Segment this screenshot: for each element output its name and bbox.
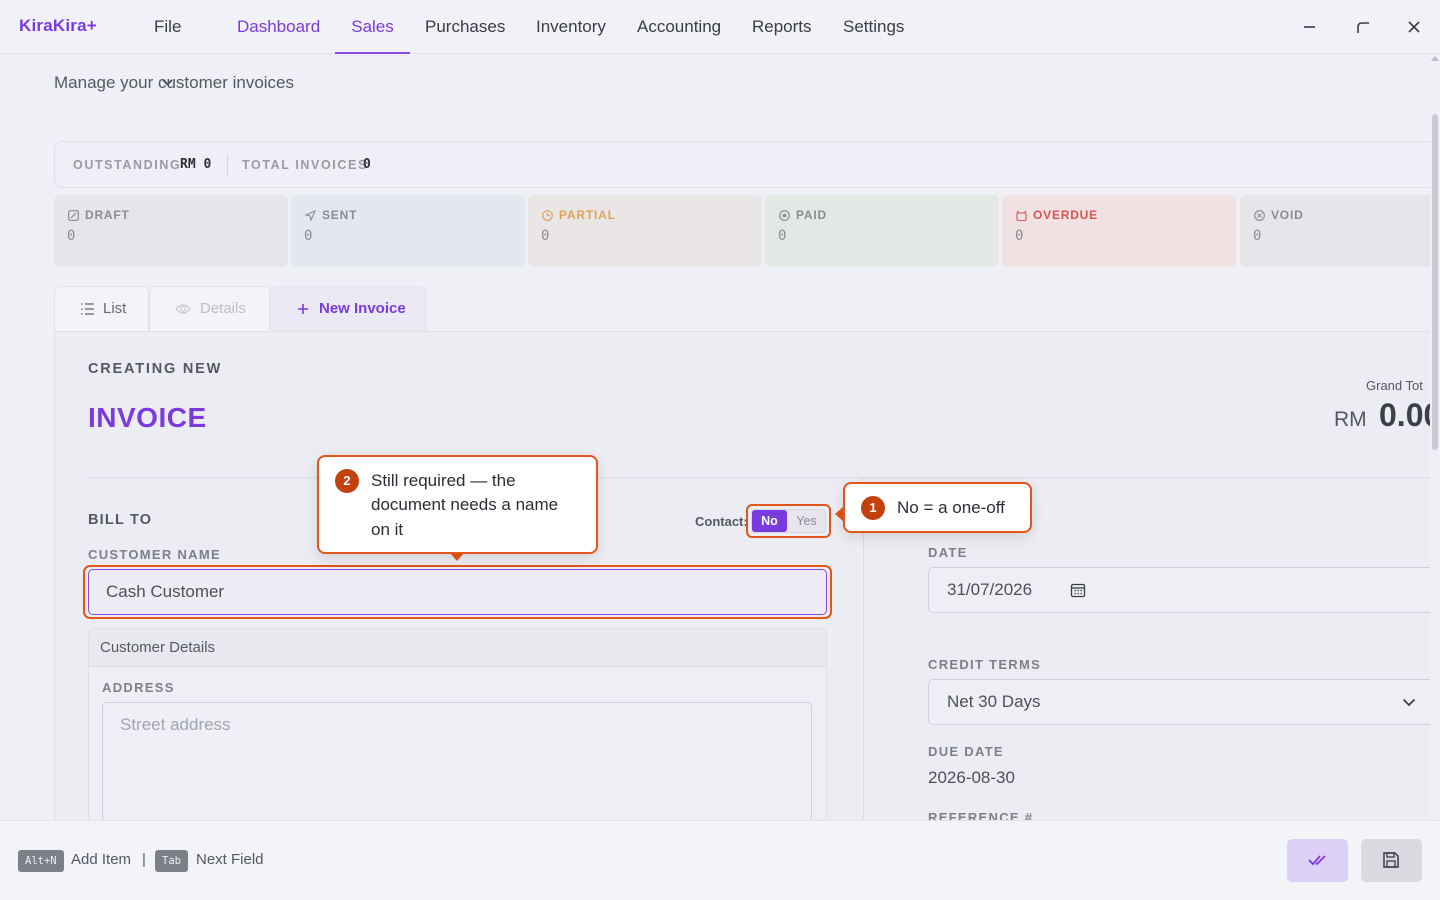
void-icon [1254,208,1265,221]
form-divider [88,477,1440,478]
callout-2: 2 Still required — the document needs a … [317,455,598,554]
status-card-value: 0 [67,228,76,244]
shortcut-label-next-field: Next Field [196,851,264,868]
callout-2-pointer [450,553,464,561]
minimize-button[interactable] [1300,17,1320,37]
summary-divider [227,154,228,176]
menu-file-label: File [154,17,182,36]
address-label: ADDRESS [102,680,175,695]
status-card-value: 0 [541,228,550,244]
creating-new-label: CREATING NEW [88,361,223,377]
status-card-void[interactable]: VOID 0 [1240,195,1440,267]
status-card-draft[interactable]: DRAFT 0 [54,195,288,267]
draft-icon [68,208,79,221]
credit-terms-label: CREDIT TERMS [928,657,1042,672]
status-card-value: 0 [304,228,313,244]
grand-total-currency: RM [1334,408,1367,431]
bill-to-heading: BILL TO [88,512,153,528]
send-icon [304,208,317,222]
approve-button[interactable] [1287,839,1348,882]
date-label: DATE [928,545,968,560]
customer-name-label: CUSTOMER NAME [88,547,221,562]
status-card-partial[interactable]: PARTIAL 0 [528,195,762,267]
status-card-overdue[interactable]: OVERDUE 0 [1002,195,1236,267]
shortcut-key-next-field: Tab [155,850,188,872]
eye-icon [175,304,191,314]
shortcut-separator: | [142,851,146,868]
status-card-paid[interactable]: PAID 0 [765,195,999,267]
shortcut-key-add-item: Alt+N [18,850,64,872]
callout-1: 1 No = a one-off [843,482,1032,533]
address-input[interactable]: Street address [102,702,812,822]
status-card-label: OVERDUE [1033,208,1098,222]
status-card-label: VOID [1271,208,1304,222]
tab-details-label: Details [200,300,246,317]
menu-accounting[interactable]: Accounting [637,0,721,54]
menu-file[interactable]: File [154,0,182,86]
menu-settings[interactable]: Settings [843,0,904,54]
page-subtitle: Manage your customer invoices [54,73,295,92]
toggle-highlight [746,504,831,538]
grand-total-label: Grand Tot [1366,378,1423,393]
restore-button[interactable] [1354,17,1374,37]
tab-new-invoice-label: New Invoice [319,300,406,317]
date-input[interactable]: 31/07/2026 [928,567,1440,613]
plus-icon [298,304,308,314]
callout-2-line-1: Still required — the [371,471,516,490]
menu-sales[interactable]: Sales [335,0,410,54]
customer-details-header[interactable]: Customer Details [89,629,826,667]
scroll-up-arrow[interactable] [1431,56,1439,61]
status-card-value: 0 [778,228,787,244]
outstanding-value: RM 0 [180,157,212,172]
credit-terms-select[interactable]: Net 30 Days [928,679,1440,725]
status-card-label: DRAFT [85,208,130,222]
callout-2-line-3: on it [371,520,404,539]
calendar-icon[interactable] [1070,582,1086,603]
menu-purchases[interactable]: Purchases [425,0,505,54]
total-invoices-label: TOTAL INVOICES [242,158,368,172]
save-button[interactable] [1361,839,1422,882]
close-button[interactable] [1404,17,1424,37]
callout-1-badge: 1 [861,496,885,520]
status-card-label: PARTIAL [559,208,616,222]
app-logo: KiraKira+ [19,16,97,35]
contact-label: Contact: [695,514,748,529]
alarm-icon [1016,208,1027,222]
shortcut-bar: Alt+N Add Item | Tab Next Field [0,820,1440,900]
status-card-label: PAID [796,208,827,222]
due-date-label: DUE DATE [928,744,1004,759]
total-invoices-value: 0 [363,157,371,172]
invoice-title: INVOICE [88,402,207,433]
summary-strip: OUTSTANDING RM 0 TOTAL INVOICES 0 [54,141,1440,188]
tab-new-invoice[interactable]: New Invoice [270,286,426,332]
callout-2-line-2: document needs a name [371,495,559,514]
scrollbar-thumb[interactable] [1432,114,1438,450]
due-date-value: 2026-08-30 [928,768,1015,787]
status-card-label: SENT [322,208,358,222]
partial-icon [542,208,553,221]
status-card-value: 0 [1253,228,1262,244]
menu-dashboard[interactable]: Dashboard [237,0,320,54]
menu-inventory[interactable]: Inventory [536,0,606,54]
status-card-value: 0 [1015,228,1024,244]
status-card-sent[interactable]: SENT 0 [291,195,525,267]
list-icon [81,303,94,315]
paid-icon [779,208,790,221]
shortcut-label-add-item: Add Item [71,851,132,868]
tab-list-label: List [103,300,127,317]
callout-2-badge: 2 [335,469,359,493]
title-bar: KiraKira+ File Dashboard Sales Purchases… [0,0,1440,86]
tab-details[interactable]: Details [149,286,270,332]
callout-1-pointer [835,507,843,521]
chevron-down-icon [1402,694,1416,712]
tab-list[interactable]: List [54,286,149,332]
outstanding-label: OUTSTANDING [73,158,182,172]
menu-reports[interactable]: Reports [752,0,812,54]
callout-1-text: No = a one-off [897,498,1005,517]
customer-name-highlight [83,565,832,619]
